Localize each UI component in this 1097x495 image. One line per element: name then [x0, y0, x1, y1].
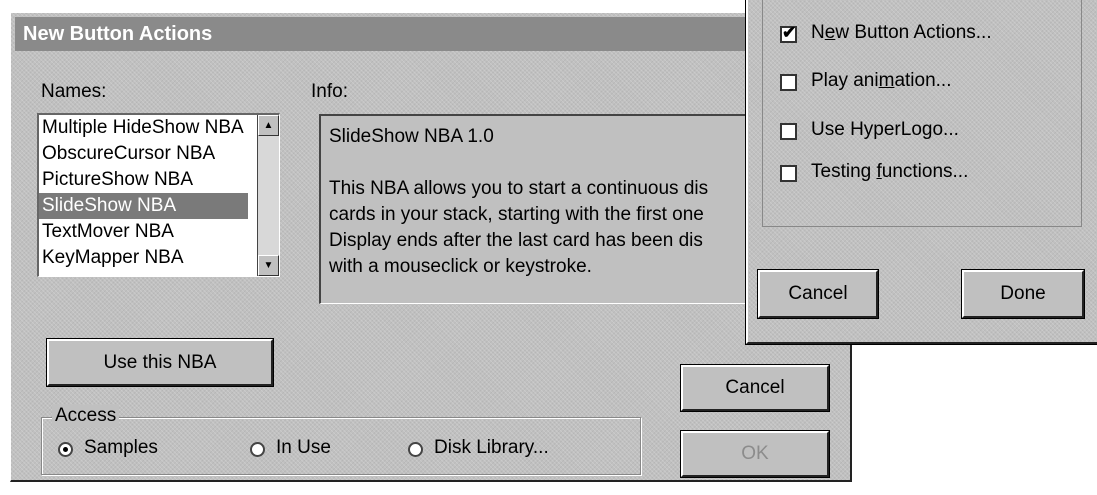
info-line: Display ends after the last card has bee…: [329, 230, 703, 251]
options-cancel-button[interactable]: Cancel: [757, 269, 879, 319]
info-line: SlideShow NBA 1.0: [329, 126, 494, 147]
list-item[interactable]: KeyMapper NBA: [39, 245, 248, 271]
done-button[interactable]: Done: [961, 269, 1085, 319]
new-button-actions-dialog: New Button Actions Names: Info: Multiple…: [10, 12, 852, 482]
radio-disk-library[interactable]: [408, 442, 423, 457]
ok-button[interactable]: OK: [680, 430, 830, 478]
checkbox-play-animation[interactable]: [780, 74, 797, 91]
info-line: with a mouseclick or keystroke.: [329, 256, 592, 277]
list-item[interactable]: ObscureCursor NBA: [39, 141, 248, 167]
cancel-button[interactable]: Cancel: [680, 364, 830, 412]
info-line: This NBA allows you to start a continuou…: [329, 178, 709, 199]
scroll-up-arrow-icon[interactable]: ▲: [258, 115, 279, 136]
dialog-title: New Button Actions: [15, 17, 846, 51]
radio-in-use[interactable]: [250, 442, 265, 457]
options-dialog: ✔ New Button Actions... Play animation..…: [745, 0, 1097, 345]
use-this-nba-button[interactable]: Use this NBA: [46, 338, 274, 387]
info-text-box: SlideShow NBA 1.0 This NBA allows you to…: [319, 114, 769, 304]
radio-samples-label[interactable]: Samples: [84, 437, 158, 459]
names-listbox[interactable]: Multiple HideShow NBA ObscureCursor NBA …: [37, 113, 280, 277]
checkbox-testing-functions[interactable]: [780, 165, 797, 182]
checkbox-new-button-actions-label[interactable]: New Button Actions...: [811, 22, 992, 44]
list-item[interactable]: Multiple HideShow NBA: [39, 115, 248, 141]
info-line: cards in your stack, starting with the f…: [329, 204, 704, 225]
scroll-down-arrow-icon[interactable]: ▼: [258, 255, 279, 276]
list-item-selected[interactable]: SlideShow NBA: [39, 193, 248, 219]
checkbox-use-hyperlogo[interactable]: [780, 123, 797, 140]
names-scrollbar[interactable]: ▲ ▼: [257, 115, 279, 276]
options-group: ✔ New Button Actions... Play animation..…: [762, 0, 1082, 227]
radio-in-use-label[interactable]: In Use: [276, 437, 331, 459]
info-label: Info:: [311, 81, 348, 102]
names-label: Names:: [41, 81, 107, 102]
radio-samples[interactable]: [58, 442, 73, 457]
checkbox-new-button-actions[interactable]: ✔: [780, 23, 797, 43]
access-group: Access Samples In Use Disk Library...: [41, 405, 641, 475]
checkbox-testing-functions-label[interactable]: Testing functions...: [811, 161, 968, 183]
list-item[interactable]: TextMover NBA: [39, 219, 248, 245]
radio-dot-icon: [63, 447, 68, 452]
checkbox-play-animation-label[interactable]: Play animation...: [811, 70, 951, 92]
checkbox-use-hyperlogo-label[interactable]: Use HyperLogo...: [811, 119, 959, 141]
access-group-label: Access: [52, 405, 120, 427]
radio-disk-library-label[interactable]: Disk Library...: [434, 437, 549, 459]
list-item[interactable]: PictureShow NBA: [39, 167, 248, 193]
checkmark-icon: ✔: [782, 23, 797, 42]
